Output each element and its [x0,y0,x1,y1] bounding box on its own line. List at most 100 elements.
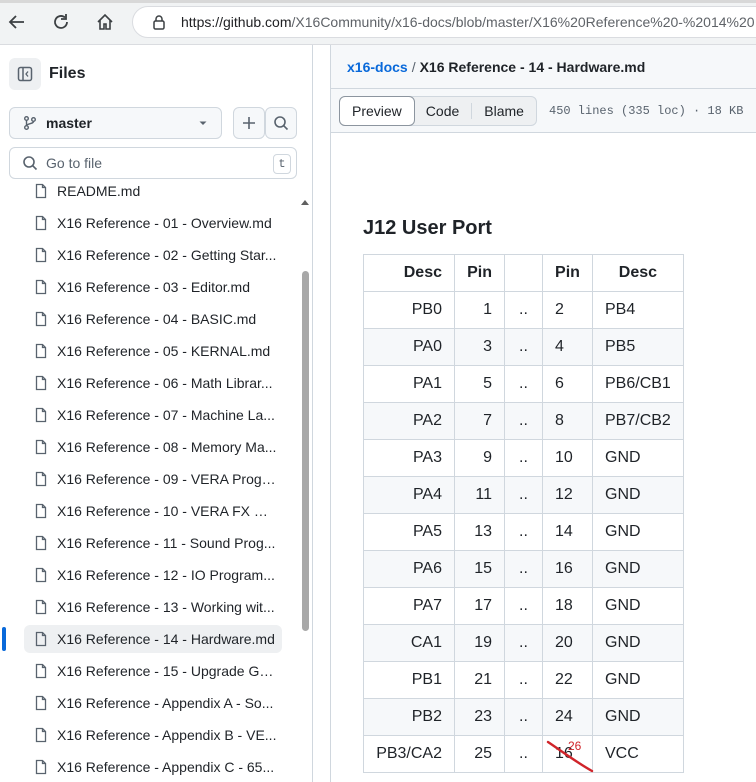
file-tree-sidebar: Files master Go to file t README.md X16 R… [0,45,313,782]
file-name: X16 Reference - Appendix C - 65... [57,759,275,775]
file-tree-item[interactable]: X16 Reference - 04 - BASIC.md [24,305,282,333]
pin-number-cell: 4 [542,328,593,366]
pin-desc-cell: GND [592,439,684,477]
sidebar-scroll-thumb[interactable] [302,271,309,631]
file-tree-item[interactable]: X16 Reference - 01 - Overview.md [24,209,282,237]
table-row: PA7 17.. 18 GND [363,587,684,625]
file-tree-item[interactable]: X16 Reference - 12 - IO Program... [24,561,282,589]
address-bar[interactable]: https://github.com/X16Community/x16-docs… [132,6,756,38]
browser-toolbar: https://github.com/X16Community/x16-docs… [0,0,756,45]
pin-separator-cell: .. [504,476,543,514]
pin-separator-cell: .. [504,698,543,736]
file-icon [35,247,47,263]
file-tree-item[interactable]: X16 Reference - 08 - Memory Ma... [24,433,282,461]
pin-number-cell: 20 [542,624,593,662]
pin-separator-cell: .. [504,661,543,699]
file-icon [35,343,47,359]
pin-number-cell: 9 [454,439,505,477]
search-files-button[interactable] [265,107,297,139]
breadcrumb-repo-link[interactable]: x16-docs [347,59,408,75]
file-tree-item[interactable]: X16 Reference - 10 - VERA FX Ref... [24,497,282,525]
preview-tab[interactable]: Preview [339,96,415,126]
plus-icon [243,117,255,129]
pin-desc-cell: PB2 [363,698,455,736]
file-tree-item[interactable]: X16 Reference - 03 - Editor.md [24,273,282,301]
scroll-up-arrow-icon[interactable] [300,198,310,208]
pin-desc-cell: PB6/CB1 [592,365,684,403]
go-to-file-input[interactable]: Go to file t [9,147,297,179]
file-tree-item[interactable]: X16 Reference - Appendix A - So... [24,689,282,717]
pin-desc-cell: GND [592,550,684,588]
file-icon [35,407,47,423]
pin-number-cell: 14 [542,513,593,551]
collapse-sidebar-button[interactable] [9,58,41,90]
url-text[interactable]: https://github.com/X16Community/x16-docs… [181,14,755,30]
file-name: X16 Reference - 12 - IO Program... [57,567,275,583]
pin-number-cell: 16 [542,550,593,588]
file-icon [35,503,47,519]
reload-icon[interactable] [47,8,75,36]
pin-desc-cell: PA6 [363,550,455,588]
pin-number-cell: 8 [542,402,593,440]
home-icon[interactable] [91,8,119,36]
pin-separator-cell: .. [504,550,543,588]
file-icon [35,439,47,455]
blame-tab[interactable]: Blame [472,97,536,125]
pin-separator-cell: .. [504,439,543,477]
file-tree-item[interactable]: X16 Reference - 07 - Machine La... [24,401,282,429]
file-icon [35,631,47,647]
pin-number-cell: 1 [454,291,505,329]
file-tree-item[interactable]: X16 Reference - Appendix B - VE... [24,721,282,749]
file-icon [35,727,47,743]
file-tree-item[interactable]: X16 Reference - 06 - Math Librar... [24,369,282,397]
breadcrumb-separator: / [411,59,416,75]
pin-desc-cell: PB0 [363,291,455,329]
files-header: Files [0,45,312,105]
pin-number-cell: 6 [542,365,593,403]
back-arrow-icon[interactable] [3,8,31,36]
add-file-button[interactable] [233,107,265,139]
pin-desc-cell: PA7 [363,587,455,625]
file-tree-item[interactable]: README.md [24,177,282,205]
url-path: /X16Community/x16-docs/blob/master/X16%2… [291,14,755,30]
table-row: PA1 5.. 6 PB6/CB1 [363,365,684,403]
branch-name: master [46,115,92,131]
pin-separator-cell: .. [504,328,543,366]
pin-separator-cell: .. [504,513,543,551]
file-tree-item[interactable]: X16 Reference - 05 - KERNAL.md [24,337,282,365]
pin-desc-cell: GND [592,624,684,662]
view-mode-toggle: Preview Code Blame [339,96,537,126]
site-info-icon[interactable] [151,14,167,30]
pin-desc-cell: PB7/CB2 [592,402,684,440]
file-name: X16 Reference - 04 - BASIC.md [57,311,257,327]
pin-number-cell: 10 [542,439,593,477]
pin-separator-cell: .. [504,624,543,662]
pin-desc-cell: PB1 [363,661,455,699]
keyboard-shortcut-hint: t [273,154,291,174]
file-name: X16 Reference - 13 - Working wit... [57,599,275,615]
pin-number-cell: 19 [454,624,505,662]
file-tree-item[interactable]: X16 Reference - Appendix C - 65... [24,753,282,781]
file-icon [35,535,47,551]
file-name: X16 Reference - 08 - Memory Ma... [57,439,277,455]
table-row: PB2 23.. 24 GND [363,698,684,736]
file-tree-item[interactable]: X16 Reference - 09 - VERA Progr... [24,465,282,493]
file-name: X16 Reference - 02 - Getting Star... [57,247,277,263]
pin-number-cell: 11 [454,476,505,514]
code-tab[interactable]: Code [414,97,471,125]
column-header-blank [504,254,543,292]
file-name: X16 Reference - 06 - Math Librar... [57,375,273,391]
file-tree-item[interactable]: X16 Reference - 11 - Sound Prog... [24,529,282,557]
go-to-file-placeholder: Go to file [46,155,103,171]
file-name: README.md [57,183,141,199]
file-name: X16 Reference - 09 - VERA Progr... [57,471,277,487]
file-tree-item[interactable]: X16 Reference - 15 - Upgrade Gu... [24,657,282,685]
table-row: PA6 15.. 16 GND [363,550,684,588]
file-tree-item[interactable]: X16 Reference - 13 - Working wit... [24,593,282,621]
pin-number-cell: 12 [542,476,593,514]
file-icon [35,567,47,583]
branch-selector[interactable]: master [9,107,222,139]
file-tree-item[interactable]: X16 Reference - 14 - Hardware.md [24,625,282,653]
pin-desc-cell: GND [592,698,684,736]
file-tree-item[interactable]: X16 Reference - 02 - Getting Star... [24,241,282,269]
